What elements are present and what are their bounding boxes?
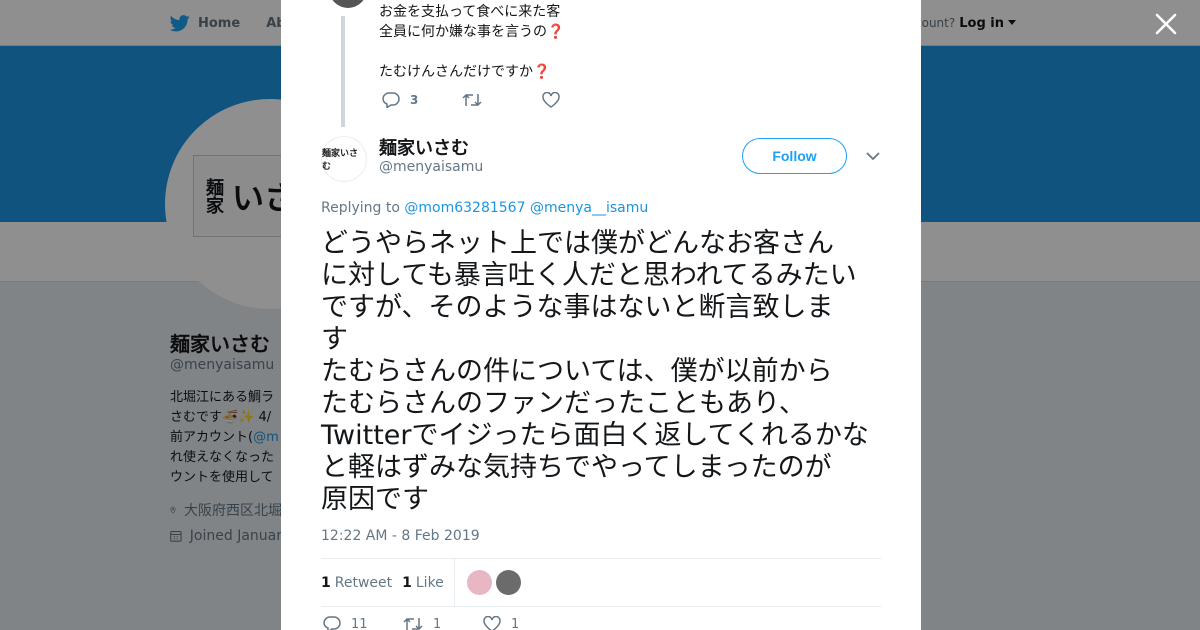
- follow-button[interactable]: Follow: [742, 138, 847, 174]
- retweet-stat[interactable]: 1 Retweet: [321, 575, 392, 591]
- retweet-button[interactable]: 1: [403, 616, 483, 630]
- liker-avatar[interactable]: [495, 570, 521, 595]
- previous-tweet-line: お金を支払って食べに来た客: [379, 4, 561, 20]
- author-avatar[interactable]: 麺家いさむ: [321, 136, 367, 182]
- retweet-stat-count: 1: [321, 574, 331, 591]
- divider: [321, 606, 881, 607]
- question-mark-emoji: ❓: [547, 24, 565, 40]
- retweet-count: 1: [433, 616, 442, 630]
- tweet-actions: 11 1 1: [323, 616, 563, 630]
- previous-like-button[interactable]: [542, 92, 622, 108]
- close-icon[interactable]: [1154, 12, 1178, 36]
- replying-label: Replying to: [321, 200, 400, 216]
- previous-tweet-line-text: たむけんさんだけですか: [379, 64, 533, 80]
- previous-tweet-actions: 3: [382, 92, 622, 108]
- like-button[interactable]: 1: [483, 616, 563, 630]
- thread-connector-line: [341, 16, 345, 127]
- previous-tweet-line: たむけんさんだけですか❓: [379, 62, 564, 82]
- author-avatar-logo-text: 麺家いさむ: [322, 149, 359, 172]
- retweet-icon: [462, 93, 482, 107]
- replying-mention-link[interactable]: @mom63281567: [404, 200, 525, 216]
- previous-retweet-button[interactable]: [462, 92, 542, 108]
- chevron-down-icon[interactable]: [865, 150, 881, 162]
- previous-reply-button[interactable]: 3: [382, 92, 462, 108]
- stats-separator: [453, 559, 455, 606]
- previous-tweet-avatar[interactable]: [329, 0, 367, 8]
- replying-to: Replying to @mom63281567 @menya__isamu: [321, 200, 648, 216]
- retweet-icon: [403, 617, 423, 630]
- tweet-stats: 1 Retweet 1 Like: [321, 559, 525, 606]
- reply-count: 11: [351, 616, 368, 630]
- like-stat-count: 1: [402, 574, 412, 591]
- previous-tweet-line: 全員に何か嫌な事を言うの❓: [379, 22, 564, 42]
- previous-tweet-line-text: 全員に何か嫌な事を言うの: [379, 24, 547, 40]
- like-stat[interactable]: 1 Like: [402, 575, 444, 591]
- tweet-timestamp[interactable]: 12:22 AM - 8 Feb 2019: [321, 528, 480, 544]
- reply-icon: [382, 92, 400, 108]
- retweet-stat-label: Retweet: [334, 574, 393, 591]
- tweet-modal: お金を支払って食べに来た客 全員に何か嫌な事を言うの❓ たむけんさんだけですか❓…: [281, 0, 921, 630]
- author-handle[interactable]: @menyaisamu: [379, 159, 483, 175]
- question-mark-emoji: ❓: [533, 64, 551, 80]
- previous-tweet-text: お金を支払って食べに来た客 全員に何か嫌な事を言うの❓ たむけんさんだけですか❓: [379, 2, 564, 82]
- like-count: 1: [511, 616, 520, 630]
- replying-mention-link[interactable]: @menya__isamu: [530, 200, 648, 216]
- heart-icon: [483, 616, 501, 630]
- reply-icon: [323, 616, 341, 630]
- reply-button[interactable]: 11: [323, 616, 403, 630]
- previous-reply-count: 3: [410, 93, 419, 107]
- tweet-text: どうやらネット上では僕がどんなお客さん に対しても暴言吐く人だと思われてるみたい…: [321, 228, 869, 515]
- author-name[interactable]: 麺家いさむ: [379, 134, 469, 160]
- liker-avatar[interactable]: [466, 570, 492, 595]
- heart-icon: [542, 92, 560, 108]
- like-stat-label: Like: [415, 574, 444, 591]
